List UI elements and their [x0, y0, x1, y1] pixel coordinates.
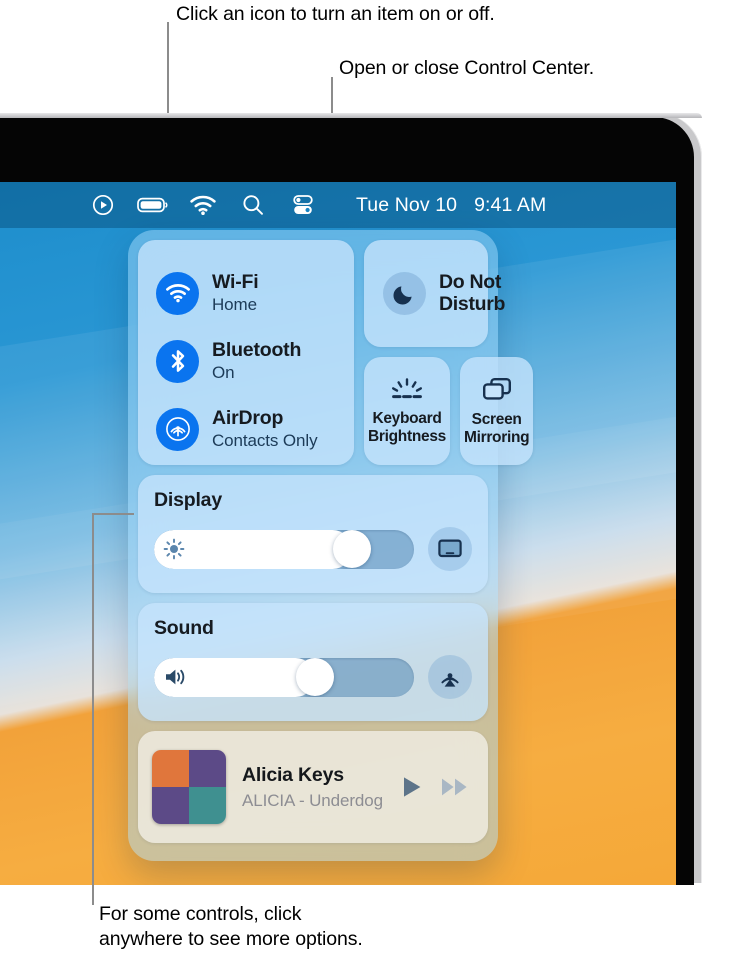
screenshot-root: Click an icon to turn an item on or off.… [0, 0, 739, 976]
leader-line-bottom-stub [92, 513, 134, 515]
moon-icon [383, 272, 426, 315]
menu-bar-time: 9:41 AM [474, 193, 547, 216]
airdrop-icon [156, 407, 199, 451]
wifi-toggle[interactable]: Wi-Fi Home [156, 259, 354, 327]
bluetooth-label: Bluetooth [212, 338, 302, 361]
display-slider-fill [154, 529, 352, 569]
volume-icon [163, 666, 189, 688]
laptop-lid-highlight [0, 113, 702, 118]
sound-slider-row [154, 655, 472, 699]
album-art-quadrant [152, 750, 189, 787]
battery-icon[interactable] [128, 182, 178, 228]
do-not-disturb-label: Do Not Disturb [439, 270, 506, 315]
play-button[interactable] [400, 774, 424, 800]
now-playing-controls [400, 774, 470, 800]
album-artwork [152, 750, 226, 824]
now-playing-icon[interactable] [78, 182, 128, 228]
display-slider-row [154, 527, 472, 571]
sound-slider[interactable] [154, 657, 414, 697]
now-playing-track: ALICIA - Underdog [242, 790, 383, 810]
callout-bottom-text: For some controls, click anywhere to see… [99, 903, 363, 950]
sound-card[interactable]: Sound [138, 603, 488, 721]
menu-bar-clock[interactable]: Tue Nov 10 9:41 AM [356, 194, 546, 217]
display-slider-knob[interactable] [332, 530, 371, 568]
control-center-right-column: Do Not Disturb Keyboard Brightness Scree… [364, 240, 534, 465]
now-playing-card[interactable]: Alicia Keys ALICIA - Underdog [138, 731, 488, 843]
now-playing-artist: Alicia Keys [242, 763, 344, 786]
bluetooth-status: On [212, 363, 235, 383]
sound-slider-fill [154, 657, 316, 697]
sound-label: Sound [154, 617, 214, 639]
control-center-icon[interactable] [278, 182, 328, 228]
control-center-square-tiles: Keyboard Brightness Screen Mirroring [364, 357, 534, 465]
display-slider[interactable] [154, 529, 414, 569]
album-art-quadrant [189, 787, 226, 824]
bluetooth-icon [156, 339, 199, 383]
wifi-label: Wi-Fi [212, 270, 259, 293]
album-art-quadrant [189, 750, 226, 787]
sound-slider-knob[interactable] [296, 658, 335, 696]
callout-top-text: Click an icon to turn an item on or off. [176, 3, 495, 25]
wifi-status: Home [212, 295, 257, 315]
airdrop-label: AirDrop [212, 406, 284, 429]
fast-forward-button[interactable] [440, 774, 470, 800]
callout-middle-text: Open or close Control Center. [339, 57, 595, 79]
now-playing-text: Alicia Keys ALICIA - Underdog [242, 764, 384, 811]
bluetooth-toggle[interactable]: Bluetooth On [156, 327, 354, 395]
airplay-audio-icon [437, 664, 463, 690]
connectivity-card: Wi-Fi Home Bluetooth On AirDrop Contacts… [138, 240, 354, 465]
keyboard-brightness-icon [389, 377, 425, 403]
sound-output-button[interactable] [428, 655, 472, 699]
wifi-icon [156, 271, 199, 315]
do-not-disturb-tile[interactable]: Do Not Disturb [364, 240, 505, 347]
airdrop-status: Contacts Only [212, 431, 318, 451]
keyboard-brightness-tile[interactable]: Keyboard Brightness [364, 357, 450, 465]
laptop-screen: Tue Nov 10 9:41 AM Wi-Fi Home Bluetooth … [0, 182, 676, 885]
display-label: Display [154, 489, 222, 511]
search-icon[interactable] [228, 182, 278, 228]
control-center-top-row: Wi-Fi Home Bluetooth On AirDrop Contacts… [138, 240, 534, 465]
display-icon [437, 538, 463, 560]
control-center-panel: Wi-Fi Home Bluetooth On AirDrop Contacts… [128, 230, 534, 861]
brightness-icon [163, 538, 185, 560]
menu-bar-date: Tue Nov 10 [356, 193, 458, 216]
wifi-icon[interactable] [178, 182, 228, 228]
screen-mirroring-label: Screen Mirroring [463, 410, 530, 446]
display-options-button[interactable] [428, 527, 472, 571]
keyboard-brightness-label: Keyboard Brightness [368, 409, 446, 445]
display-card[interactable]: Display [138, 475, 488, 593]
screen-mirroring-icon [481, 376, 513, 404]
leader-line-bottom [92, 513, 94, 905]
screen-mirroring-tile[interactable]: Screen Mirroring [459, 357, 534, 465]
airdrop-toggle[interactable]: AirDrop Contacts Only [156, 395, 354, 463]
menu-bar: Tue Nov 10 9:41 AM [0, 182, 676, 228]
album-art-quadrant [152, 787, 189, 824]
